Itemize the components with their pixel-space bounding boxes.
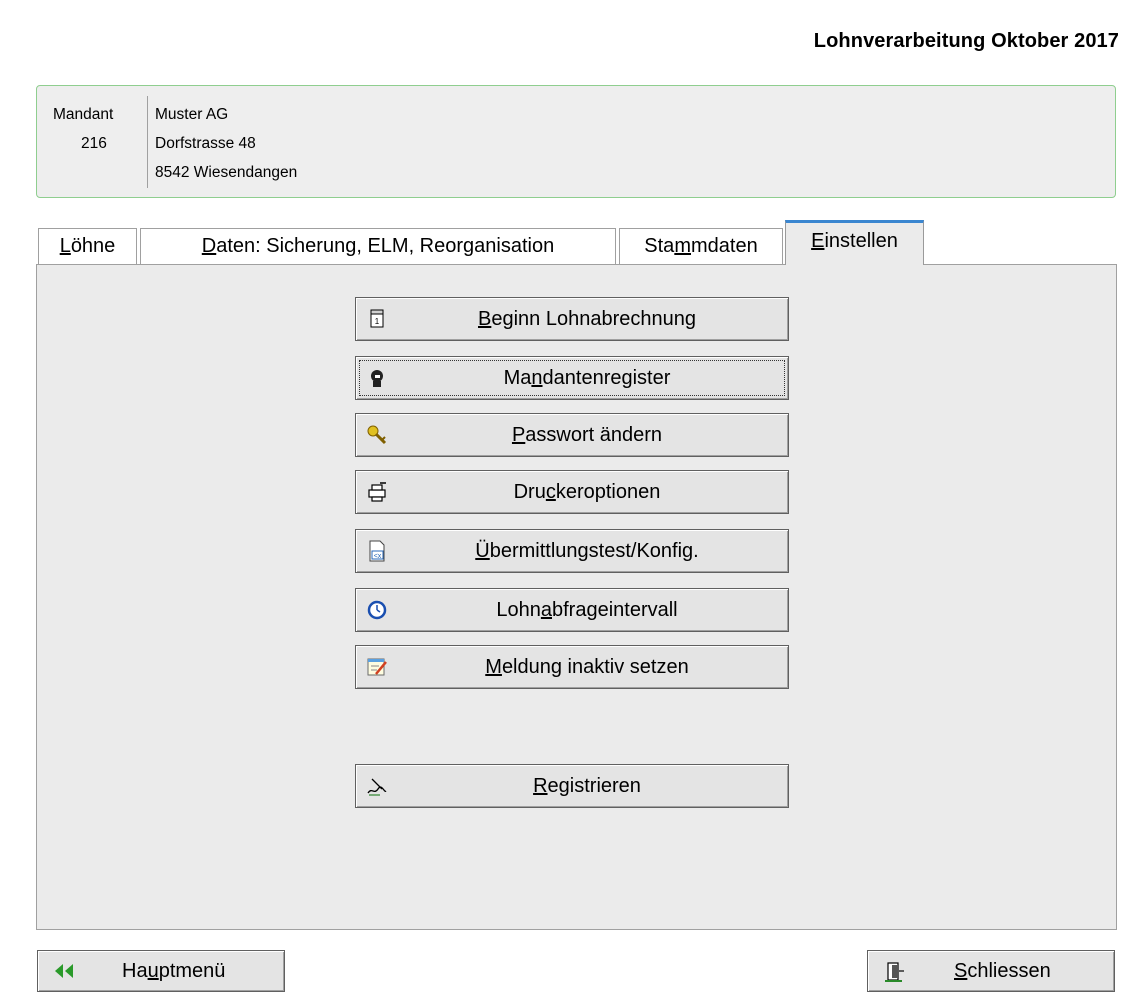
calendar-icon: 1 (370, 309, 384, 328)
registrieren-button[interactable]: Registrieren (355, 764, 789, 808)
key-icon (367, 425, 387, 445)
hauptmenue-button[interactable]: Hauptmenü (37, 950, 285, 992)
tab-stammdaten[interactable]: Stammdaten (619, 228, 783, 264)
uebermittlungstest-button[interactable]: <x Übermittlungstest/Konfig. (355, 529, 789, 573)
signature-icon (367, 778, 387, 796)
mandantenregister-button[interactable]: Mandantenregister (355, 356, 789, 400)
tab-daten[interactable]: Daten: Sicherung, ELM, Reorganisation (140, 228, 616, 264)
exit-door-icon (885, 962, 904, 982)
lohnabfrageintervall-button[interactable]: Lohnabfrageintervall (355, 588, 789, 632)
beginn-lohnabrechnung-button[interactable]: 1 Beginn Lohnabrechnung (355, 297, 789, 341)
meldung-inaktiv-setzen-button[interactable]: Meldung inaktiv setzen (355, 645, 789, 689)
company-street: Dorfstrasse 48 (155, 135, 256, 152)
mandant-info-box: Mandant 216 Muster AG Dorfstrasse 48 854… (36, 85, 1116, 198)
mandant-number: 216 (81, 135, 107, 152)
tab-einstellen[interactable]: Einstellen (785, 220, 924, 265)
schliessen-button[interactable]: Schliessen (867, 950, 1115, 992)
company-name: Muster AG (155, 106, 229, 123)
person-icon (371, 370, 383, 387)
clock-icon (367, 600, 387, 620)
tab-loehne[interactable]: Löhne (38, 228, 137, 264)
mandant-divider (147, 96, 148, 188)
svg-text:1: 1 (375, 317, 380, 326)
edit-note-icon (367, 658, 387, 676)
printer-icon (368, 482, 386, 502)
xml-file-icon: <x (369, 540, 385, 562)
svg-text:<x: <x (374, 553, 382, 560)
mandant-label: Mandant (53, 106, 114, 123)
druckeroptionen-button[interactable]: Druckeroptionen (355, 470, 789, 514)
company-city: 8542 Wiesendangen (155, 164, 298, 181)
page-title: Lohnverarbeitung Oktober 2017 (813, 30, 1119, 52)
passwort-aendern-button[interactable]: Passwort ändern (355, 413, 789, 457)
double-arrow-left-icon (55, 964, 73, 978)
